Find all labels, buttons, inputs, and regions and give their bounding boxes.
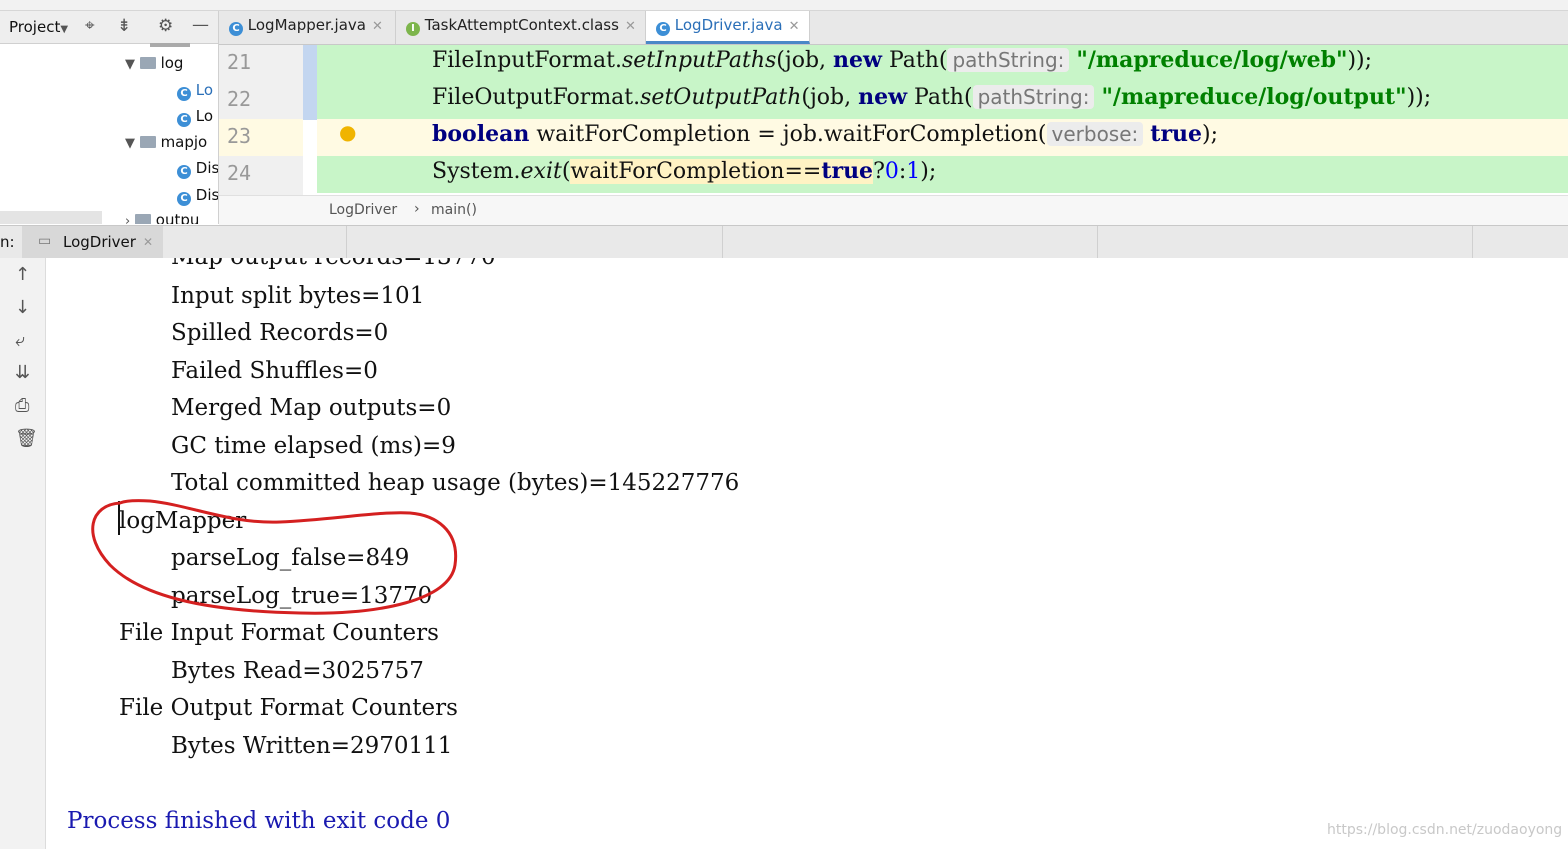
trash-icon[interactable]: 🗑 xyxy=(15,428,38,449)
console-toolbar: ↑ ↓ ⤶ ⇊ ⎙ 🗑 xyxy=(0,258,46,849)
dropdown-icon: ▼ xyxy=(60,24,69,35)
console-line: Map output records=13770 xyxy=(171,258,496,270)
editor-tabs: C LogMapper.java ✕ I TaskAttemptContext.c… xyxy=(219,11,1568,45)
divider xyxy=(722,226,723,258)
interface-icon: I xyxy=(406,22,420,36)
tree-label: Dis xyxy=(195,159,219,177)
annotation-stroke xyxy=(91,499,458,615)
chevron-right-icon: › xyxy=(125,214,131,224)
tab-label: LogMapper.java xyxy=(247,16,366,34)
console-line: Bytes Written=2970111 xyxy=(171,733,453,759)
tree-label: Lo xyxy=(195,107,214,125)
console-line: File Input Format Counters xyxy=(119,620,439,646)
print-icon[interactable]: ⎙ xyxy=(15,395,29,416)
code-line-23: boolean waitForCompletion = job.waitForC… xyxy=(432,121,1219,147)
project-view-selector[interactable]: Project▼ xyxy=(9,18,68,36)
tree-label: Dis xyxy=(195,186,219,204)
soft-wrap-icon[interactable]: ⤶ xyxy=(15,330,25,351)
tree-folder-log[interactable]: ▼ log xyxy=(125,54,183,72)
class-icon: C xyxy=(177,192,191,206)
class-icon: C xyxy=(177,87,191,101)
arrow-up-icon[interactable]: ↑ xyxy=(15,264,30,285)
collapse-all-icon[interactable]: ⇟ xyxy=(117,16,131,36)
run-toolbar: n: ▭ LogDriver ✕ xyxy=(0,225,1568,259)
tab-logdriver[interactable]: C LogDriver.java ✕ xyxy=(646,11,810,44)
breadcrumb-method[interactable]: main() xyxy=(431,202,477,218)
folder-icon xyxy=(134,214,151,224)
chevron-down-icon: ▼ xyxy=(125,57,135,72)
lightbulb-icon[interactable]: ● xyxy=(339,120,356,144)
divider xyxy=(1097,226,1098,258)
class-icon: C xyxy=(177,113,191,127)
folder-icon xyxy=(139,136,156,148)
tree-item-class[interactable]: C Dis xyxy=(177,186,219,206)
tree-item-class[interactable]: C Lo xyxy=(177,81,214,101)
project-toolbar: Project▼ ⌖ ⇟ ⚙ — xyxy=(0,11,218,44)
tab-logmapper[interactable]: C LogMapper.java ✕ xyxy=(219,11,396,44)
tree-folder-mapjoin[interactable]: ▼ mapjo xyxy=(125,133,207,151)
class-icon: C xyxy=(229,22,243,36)
parameter-hint: pathString: xyxy=(972,85,1095,109)
console-line: GC time elapsed (ms)=9 xyxy=(171,433,456,459)
tree-label: Lo xyxy=(195,81,214,99)
scroll-to-end-icon[interactable]: ⇊ xyxy=(15,362,30,383)
annotation-circle xyxy=(91,499,458,615)
line-number: 21 xyxy=(227,50,252,74)
close-icon[interactable]: ✕ xyxy=(372,19,383,34)
hide-icon[interactable]: — xyxy=(192,15,209,35)
locate-icon[interactable]: ⌖ xyxy=(85,16,95,36)
highlighted-expression: waitForCompletion==true xyxy=(570,158,874,184)
console-line: Bytes Read=3025757 xyxy=(171,658,424,684)
arrow-down-icon[interactable]: ↓ xyxy=(15,297,30,318)
close-icon[interactable]: ✕ xyxy=(143,235,153,249)
line-number: 23 xyxy=(227,124,252,148)
class-icon: C xyxy=(656,22,670,36)
console-line: File Output Format Counters xyxy=(119,695,458,721)
console-line: Input split bytes=101 xyxy=(171,283,425,309)
breadcrumb-separator: › xyxy=(414,201,420,217)
code-line-22: FileOutputFormat.setOutputPath(job, new … xyxy=(432,84,1432,110)
watermark: https://blog.csdn.net/zuodaoyong xyxy=(1327,822,1563,838)
run-tab-label: LogDriver xyxy=(63,233,136,251)
run-config-icon: ▭ xyxy=(38,233,52,249)
close-icon[interactable]: ✕ xyxy=(789,19,800,34)
console-line: Spilled Records=0 xyxy=(171,320,389,346)
console-line: Merged Map outputs=0 xyxy=(171,395,452,421)
tab-label: LogDriver.java xyxy=(674,16,783,34)
parameter-hint: verbose: xyxy=(1046,122,1144,146)
tree-item-class[interactable]: C Dis xyxy=(177,159,219,179)
class-icon: C xyxy=(177,165,191,179)
breadcrumb: LogDriver › main() xyxy=(219,195,1568,225)
change-marker xyxy=(303,45,317,120)
project-panel: Project▼ ⌖ ⇟ ⚙ — ▼ log C Lo C Lo ▼ mapjo… xyxy=(0,11,219,224)
divider xyxy=(1472,226,1473,258)
gear-icon[interactable]: ⚙ xyxy=(158,16,173,36)
parameter-hint: pathString: xyxy=(947,48,1070,72)
tree-label: log xyxy=(160,54,184,72)
tree-item-class[interactable]: C Lo xyxy=(177,107,214,127)
process-exit-line: Process finished with exit code 0 xyxy=(67,808,451,834)
console-line: Total committed heap usage (bytes)=14522… xyxy=(171,470,740,496)
line-number: 22 xyxy=(227,87,252,111)
line-number: 24 xyxy=(227,161,252,185)
console-line: Failed Shuffles=0 xyxy=(171,358,378,384)
tab-label: TaskAttemptContext.class xyxy=(424,16,619,34)
code-editor[interactable]: 21 FileInputFormat.setInputPaths(job, ne… xyxy=(219,45,1568,195)
code-line-24: System.exit(waitForCompletion==true?0:1)… xyxy=(432,158,937,184)
divider xyxy=(346,226,347,258)
tree-label: outpu xyxy=(155,211,200,224)
folder-icon xyxy=(139,57,156,69)
tab-taskattemptcontext[interactable]: I TaskAttemptContext.class ✕ xyxy=(396,11,646,44)
code-line-21: FileInputFormat.setInputPaths(job, new P… xyxy=(432,47,1373,73)
tree-row-cropped xyxy=(150,43,190,47)
close-icon[interactable]: ✕ xyxy=(625,19,636,34)
tree-label: mapjo xyxy=(160,133,208,151)
project-view-label: Project xyxy=(9,18,61,36)
scrollbar[interactable] xyxy=(0,211,102,224)
breadcrumb-class[interactable]: LogDriver xyxy=(329,202,397,218)
chevron-down-icon: ▼ xyxy=(125,136,135,151)
run-panel-label: n: xyxy=(0,233,15,251)
menu-bar-remnant xyxy=(0,0,1568,11)
tree-folder-output[interactable]: › outpu xyxy=(125,211,199,224)
